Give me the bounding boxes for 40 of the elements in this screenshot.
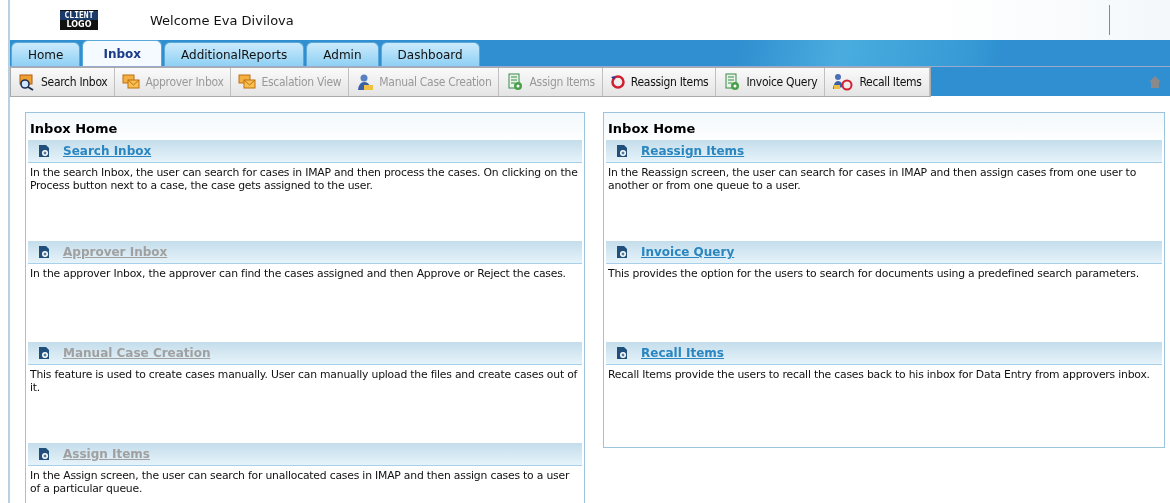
home-icon[interactable] xyxy=(1148,74,1162,89)
nav-tab[interactable]: Home xyxy=(11,42,81,66)
document-icon xyxy=(38,245,50,259)
section-description: In the approver Inbox, the approver can find the cases assigned and then Approve or Reject the cases. xyxy=(30,267,567,280)
section-description: This feature is used to create cases manually. User can manually upload the files and create cases out of it. xyxy=(30,368,579,394)
refresh-icon xyxy=(609,73,626,90)
panel-title: Inbox Home xyxy=(29,120,119,138)
toolbar-button[interactable]: Invoice Query xyxy=(716,67,826,96)
document-icon xyxy=(616,245,628,259)
person-icon xyxy=(356,72,375,91)
document-icon xyxy=(616,346,628,360)
client-logo: CLIENT LOGO xyxy=(60,10,98,30)
toolbar-button[interactable]: Reassign Items xyxy=(602,67,717,96)
person-refresh-icon xyxy=(832,72,855,91)
nav-tab[interactable]: Inbox xyxy=(82,40,163,66)
welcome-text: Welcome Eva Divilova xyxy=(150,12,294,28)
nav-tab[interactable]: Admin xyxy=(306,42,379,66)
envelopes-icon xyxy=(122,72,141,91)
panel-title: Inbox Home xyxy=(607,120,697,138)
section-link[interactable]: Reassign Items xyxy=(641,144,745,158)
document-icon xyxy=(38,144,50,158)
section-link[interactable]: Search Inbox xyxy=(63,144,152,158)
section-link[interactable]: Invoice Query xyxy=(641,245,735,259)
section-description: This provides the option for the users to search for documents using a predefined search parameters. xyxy=(608,267,1140,280)
section-description: Recall Items provide the users to recall the cases back to his inbox for Data Entry from approvers inbox. xyxy=(608,368,1151,381)
section-description: In the Assign screen, the user can search for unallocated cases in IMAP and then assign cases to a user of a particular queue. xyxy=(30,469,571,495)
nav-tab[interactable]: AdditionalReports xyxy=(164,42,305,66)
document-icon xyxy=(38,447,50,461)
envelopes-icon xyxy=(238,72,257,91)
section-description: In the search Inbox, the user can search for cases in IMAP and then process the cases. On clicking on the Process button next to a case, the case gets assigned to the user. xyxy=(30,166,579,192)
document-icon xyxy=(616,144,628,158)
document-icon xyxy=(38,346,50,360)
nav-tab[interactable]: Dashboard xyxy=(380,42,480,66)
document-icon xyxy=(723,72,742,91)
toolbar-button[interactable]: Recall Items xyxy=(825,67,930,96)
section-link[interactable]: Recall Items xyxy=(641,346,724,360)
document-icon xyxy=(506,72,525,91)
toolbar-button[interactable]: Search Inbox xyxy=(11,67,116,96)
search-icon xyxy=(18,72,36,91)
section-description: In the Reassign screen, the user can search for cases in IMAP and then assign cases from one user to another or from one queue to a user. xyxy=(608,166,1138,192)
